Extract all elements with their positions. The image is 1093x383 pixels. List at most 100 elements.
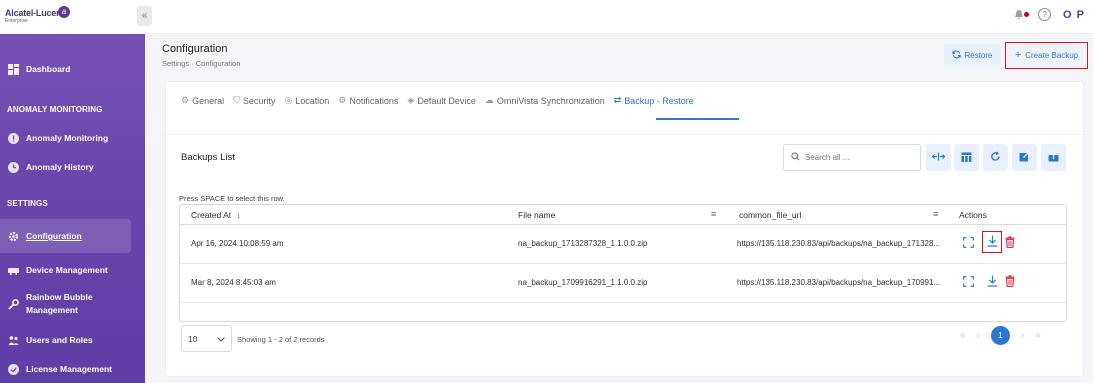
export-button[interactable]: [1012, 144, 1037, 171]
bell-icon[interactable]: [1014, 9, 1030, 21]
column-menu-icon[interactable]: ≡: [711, 209, 716, 219]
sidebar-item-anomaly-history[interactable]: Anomaly History: [0, 159, 145, 175]
sidebar-item-label: Anomaly History: [26, 162, 94, 172]
create-backup-button[interactable]: + Create Backup: [1005, 42, 1088, 69]
trash-icon[interactable]: [1003, 235, 1017, 249]
sidebar-item-label: Users and Roles: [26, 335, 93, 345]
sync-icon: ⇄: [613, 95, 622, 105]
tab-label: Default Device: [417, 95, 476, 106]
cell-file-name: na_backup_1713287328_1.1.0.0.zip: [518, 239, 648, 248]
download-button[interactable]: [982, 231, 1002, 253]
tabs-divider: [165, 134, 1084, 135]
page-title: Configuration: [162, 43, 228, 55]
page-button-current[interactable]: 1: [990, 326, 1010, 345]
trash-icon[interactable]: [1003, 274, 1017, 288]
next-page-icon[interactable]: ›: [1021, 330, 1024, 341]
tab-notifications[interactable]: ⚙ Notifications: [338, 95, 398, 106]
upload-button[interactable]: [1041, 144, 1066, 171]
refresh-icon: [990, 151, 1001, 164]
column-header-created-at[interactable]: Created At ↓: [191, 205, 241, 225]
shield-icon: ⛉: [233, 95, 240, 105]
table-row[interactable]: Apr 16, 2024 10:08:59 am na_backup_17132…: [180, 225, 1066, 264]
sidebar-item-label: Device Management: [26, 265, 108, 275]
sidebar-section-settings: SETTINGS: [7, 199, 48, 208]
plus-icon: +: [1014, 49, 1022, 61]
fit-columns-button[interactable]: [926, 144, 951, 171]
pagination: « ‹ 1 › »: [960, 326, 1041, 345]
first-page-icon[interactable]: «: [960, 330, 966, 341]
sidebar-item-device-management[interactable]: Device Management: [0, 262, 145, 278]
restore-button[interactable]: Restore: [944, 44, 1001, 66]
sidebar-item-rainbow-bubble[interactable]: Rainbow Bubble Management: [0, 290, 145, 318]
chevron-down-icon: [217, 334, 225, 344]
search-box[interactable]: [783, 144, 921, 171]
sidebar: Alcatel-Lucent Enterprise a Dashboard AN…: [0, 0, 145, 383]
create-backup-label: Create Backup: [1025, 51, 1079, 60]
tab-label: Security: [242, 95, 276, 106]
topbar-icons: ? O P: [1014, 8, 1085, 21]
tab-security[interactable]: ⛉ Security: [233, 95, 275, 106]
sidebar-item-label: Anomaly Monitoring: [26, 133, 109, 143]
user-avatar[interactable]: O P: [1063, 9, 1085, 21]
refresh-button[interactable]: [983, 144, 1008, 171]
sidebar-item-anomaly-monitoring[interactable]: Anomaly Monitoring: [0, 130, 145, 146]
cell-created-at: Apr 16, 2024 10:08:59 am: [191, 239, 284, 248]
brand-logo-icon: a: [58, 6, 70, 18]
sidebar-item-license-management[interactable]: License Management: [0, 361, 145, 377]
tab-label: Location: [295, 95, 330, 106]
search-input[interactable]: [805, 153, 905, 162]
table-row[interactable]: Mar 8, 2024 8:45:03 am na_backup_1709916…: [180, 264, 1066, 303]
sidebar-section-anomaly: ANOMALY MONITORING: [7, 105, 103, 114]
column-header-label: Created At: [191, 210, 232, 220]
tab-label: General: [192, 95, 225, 106]
restore-label: Restore: [964, 50, 993, 60]
sidebar-item-dashboard[interactable]: Dashboard: [0, 61, 145, 77]
prev-page-icon[interactable]: ‹: [977, 330, 980, 341]
column-menu-icon[interactable]: ≡: [933, 209, 938, 219]
logo-bar: Alcatel-Lucent Enterprise a: [0, 0, 145, 34]
check-circle-icon: [8, 363, 19, 375]
column-header-file-name[interactable]: File name: [518, 205, 555, 225]
arrows-horizontal-icon: [931, 152, 946, 163]
tab-location[interactable]: ◎ Location: [284, 95, 329, 106]
expand-icon[interactable]: [961, 274, 975, 288]
cell-created-at: Mar 8, 2024 8:45:03 am: [191, 278, 276, 287]
column-header-actions: Actions: [959, 210, 987, 220]
table-header: Created At ↓ File name ≡ common_file_url…: [180, 205, 1066, 225]
columns-button[interactable]: [954, 144, 979, 171]
tab-default-device[interactable]: ◈ Default Device: [407, 95, 475, 106]
backups-table: Created At ↓ File name ≡ common_file_url…: [179, 204, 1067, 322]
alert-circle-icon: [8, 132, 19, 144]
external-link-icon: [1019, 151, 1030, 164]
cloud-icon: ☁: [484, 95, 494, 105]
cell-file-name: na_backup_1709916291_1.1.0.0.zip: [518, 278, 648, 287]
help-icon[interactable]: ?: [1038, 8, 1052, 21]
tab-label: Backup - Restore: [624, 95, 694, 106]
sidebar-item-configuration[interactable]: Configuration: [0, 219, 131, 253]
download-icon: [987, 235, 998, 249]
collapse-sidebar-button[interactable]: «: [137, 6, 152, 26]
brand-tagline: Enterprise: [5, 18, 28, 24]
tab-omnivista-sync[interactable]: ☁ OmniVista Synchronization: [485, 95, 605, 106]
sidebar-item-users-roles[interactable]: Users and Roles: [0, 332, 145, 348]
sidebar-item-label: Rainbow Bubble Management: [26, 292, 93, 315]
upload-icon: [1048, 150, 1059, 164]
tab-backup-restore[interactable]: ⇄ Backup - Restore: [614, 95, 694, 106]
sidebar-item-label: Configuration: [26, 231, 82, 241]
records-summary: Showing 1 - 2 of 2 records: [237, 335, 325, 344]
tab-general[interactable]: ⚙ General: [181, 95, 224, 106]
bell-icon: ⚙: [338, 95, 347, 105]
active-tab-indicator: [656, 118, 739, 120]
page-size-select[interactable]: 10: [181, 325, 232, 352]
selection-hint: Press SPACE to select this row.: [179, 194, 285, 203]
users-icon: [8, 335, 19, 346]
column-header-url[interactable]: common_file_url: [739, 205, 801, 225]
gear-icon: [8, 231, 19, 242]
expand-icon[interactable]: [961, 235, 975, 249]
download-icon[interactable]: [985, 274, 999, 288]
columns-icon: [961, 152, 972, 164]
arrow-down-icon: ↓: [236, 210, 241, 220]
brand-name: Alcatel-Lucent: [5, 8, 65, 18]
sync-icon: [952, 50, 962, 61]
last-page-icon[interactable]: »: [1035, 330, 1041, 341]
